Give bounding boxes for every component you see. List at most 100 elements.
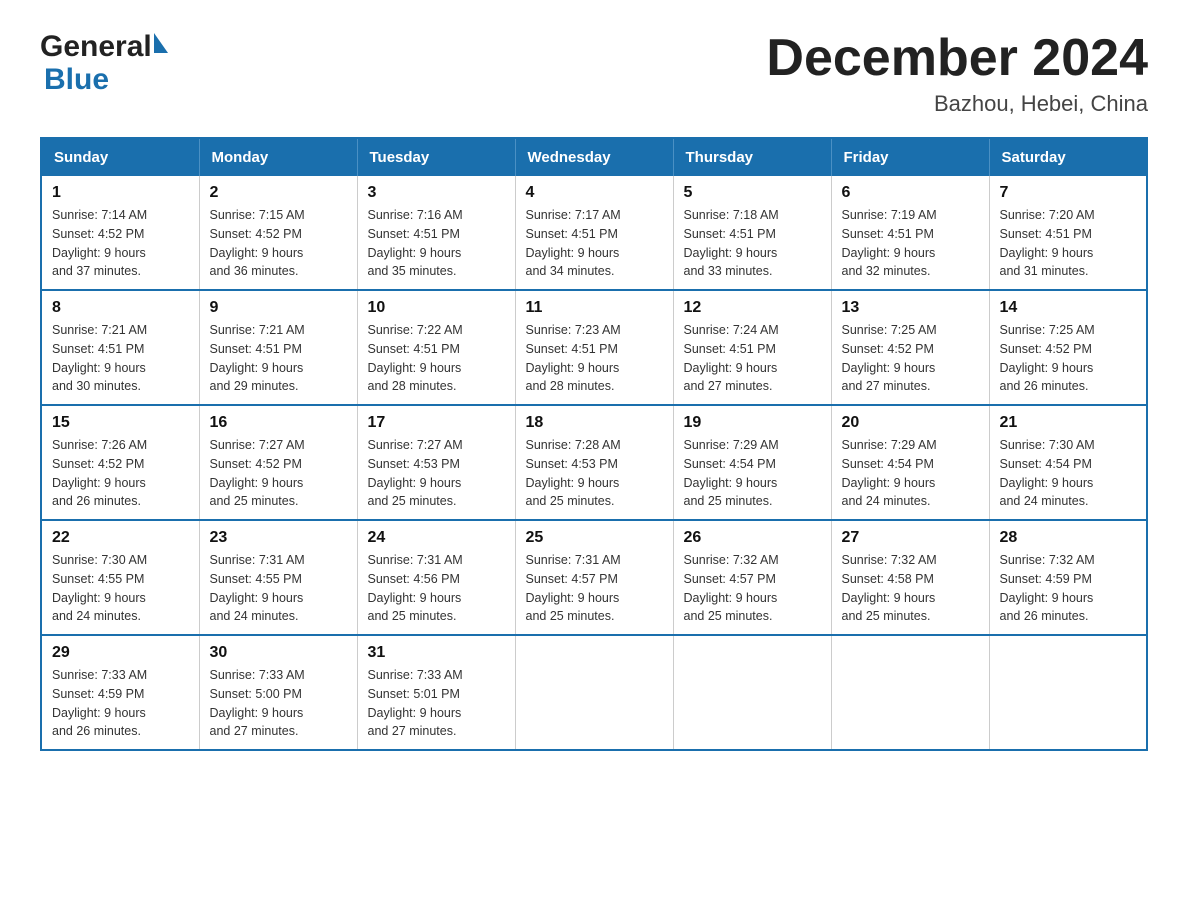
calendar-cell: 2Sunrise: 7:15 AMSunset: 4:52 PMDaylight… [199,176,357,290]
day-number: 10 [368,299,505,317]
day-number: 24 [368,529,505,547]
day-number: 2 [210,184,347,202]
day-number: 28 [1000,529,1137,547]
day-header-tuesday: Tuesday [357,138,515,176]
calendar-cell: 30Sunrise: 7:33 AMSunset: 5:00 PMDayligh… [199,635,357,750]
day-number: 16 [210,414,347,432]
day-number: 27 [842,529,979,547]
day-header-wednesday: Wednesday [515,138,673,176]
title-section: December 2024 Bazhou, Hebei, China [766,30,1148,117]
day-number: 12 [684,299,821,317]
calendar-header-row: SundayMondayTuesdayWednesdayThursdayFrid… [41,138,1147,176]
day-info: Sunrise: 7:31 AMSunset: 4:55 PMDaylight:… [210,551,347,626]
day-info: Sunrise: 7:16 AMSunset: 4:51 PMDaylight:… [368,206,505,281]
day-info: Sunrise: 7:30 AMSunset: 4:55 PMDaylight:… [52,551,189,626]
page-header: General Blue December 2024 Bazhou, Hebei… [40,30,1148,117]
day-header-friday: Friday [831,138,989,176]
calendar-cell: 13 Sunrise: 7:25 AMSunset: 4:52 PMDayligh… [831,290,989,405]
calendar-cell: 15Sunrise: 7:26 AMSunset: 4:52 PMDayligh… [41,405,199,520]
calendar-week-row: 22Sunrise: 7:30 AMSunset: 4:55 PMDayligh… [41,520,1147,635]
day-info: Sunrise: 7:32 AMSunset: 4:57 PMDaylight:… [684,551,821,626]
calendar-table: SundayMondayTuesdayWednesdayThursdayFrid… [40,137,1148,751]
day-info: Sunrise: 7:24 AMSunset: 4:51 PMDaylight:… [684,321,821,396]
calendar-cell: 1 Sunrise: 7:14 AMSunset: 4:52 PMDaylight… [41,176,199,290]
day-number: 31 [368,644,505,662]
day-info: Sunrise: 7:33 AMSunset: 5:01 PMDaylight:… [368,666,505,741]
day-number: 4 [526,184,663,202]
day-number: 17 [368,414,505,432]
day-number: 13 [842,299,979,317]
calendar-cell [989,635,1147,750]
calendar-cell: 24 Sunrise: 7:31 AMSunset: 4:56 PMDayligh… [357,520,515,635]
day-number: 1 [52,184,189,202]
logo: General Blue [40,30,168,96]
logo-blue-text: Blue [44,63,109,96]
day-info: Sunrise: 7:18 AMSunset: 4:51 PMDaylight:… [684,206,821,281]
calendar-cell: 17Sunrise: 7:27 AMSunset: 4:53 PMDayligh… [357,405,515,520]
day-number: 3 [368,184,505,202]
day-info: Sunrise: 7:22 AMSunset: 4:51 PMDaylight:… [368,321,505,396]
day-info: Sunrise: 7:14 AMSunset: 4:52 PMDaylight:… [52,206,189,281]
day-number: 9 [210,299,347,317]
calendar-cell: 22Sunrise: 7:30 AMSunset: 4:55 PMDayligh… [41,520,199,635]
calendar-week-row: 15Sunrise: 7:26 AMSunset: 4:52 PMDayligh… [41,405,1147,520]
calendar-cell: 16Sunrise: 7:27 AMSunset: 4:52 PMDayligh… [199,405,357,520]
calendar-cell: 25 Sunrise: 7:31 AMSunset: 4:57 PMDayligh… [515,520,673,635]
day-info: Sunrise: 7:17 AMSunset: 4:51 PMDaylight:… [526,206,663,281]
calendar-cell: 12 Sunrise: 7:24 AMSunset: 4:51 PMDayligh… [673,290,831,405]
day-info: Sunrise: 7:30 AMSunset: 4:54 PMDaylight:… [1000,436,1137,511]
calendar-week-row: 1 Sunrise: 7:14 AMSunset: 4:52 PMDaylight… [41,176,1147,290]
day-number: 21 [1000,414,1137,432]
day-info: Sunrise: 7:29 AMSunset: 4:54 PMDaylight:… [842,436,979,511]
day-header-saturday: Saturday [989,138,1147,176]
calendar-cell: 19 Sunrise: 7:29 AMSunset: 4:54 PMDayligh… [673,405,831,520]
calendar-cell: 11 Sunrise: 7:23 AMSunset: 4:51 PMDayligh… [515,290,673,405]
calendar-week-row: 29 Sunrise: 7:33 AMSunset: 4:59 PMDayligh… [41,635,1147,750]
day-info: Sunrise: 7:25 AMSunset: 4:52 PMDaylight:… [842,321,979,396]
calendar-cell [673,635,831,750]
day-info: Sunrise: 7:32 AMSunset: 4:58 PMDaylight:… [842,551,979,626]
logo-general-text: General [40,30,152,63]
day-info: Sunrise: 7:33 AMSunset: 4:59 PMDaylight:… [52,666,189,741]
subtitle: Bazhou, Hebei, China [766,91,1148,117]
day-info: Sunrise: 7:33 AMSunset: 5:00 PMDaylight:… [210,666,347,741]
calendar-cell: 21 Sunrise: 7:30 AMSunset: 4:54 PMDayligh… [989,405,1147,520]
day-number: 15 [52,414,189,432]
calendar-cell: 26 Sunrise: 7:32 AMSunset: 4:57 PMDayligh… [673,520,831,635]
calendar-cell: 20Sunrise: 7:29 AMSunset: 4:54 PMDayligh… [831,405,989,520]
day-info: Sunrise: 7:23 AMSunset: 4:51 PMDaylight:… [526,321,663,396]
calendar-cell: 14 Sunrise: 7:25 AMSunset: 4:52 PMDayligh… [989,290,1147,405]
day-number: 23 [210,529,347,547]
day-info: Sunrise: 7:31 AMSunset: 4:57 PMDaylight:… [526,551,663,626]
calendar-cell: 4 Sunrise: 7:17 AMSunset: 4:51 PMDaylight… [515,176,673,290]
calendar-cell: 29 Sunrise: 7:33 AMSunset: 4:59 PMDayligh… [41,635,199,750]
day-number: 8 [52,299,189,317]
main-title: December 2024 [766,30,1148,87]
day-number: 14 [1000,299,1137,317]
calendar-cell: 7 Sunrise: 7:20 AMSunset: 4:51 PMDaylight… [989,176,1147,290]
calendar-cell: 31 Sunrise: 7:33 AMSunset: 5:01 PMDayligh… [357,635,515,750]
day-number: 26 [684,529,821,547]
calendar-cell: 8 Sunrise: 7:21 AMSunset: 4:51 PMDaylight… [41,290,199,405]
calendar-cell: 27 Sunrise: 7:32 AMSunset: 4:58 PMDayligh… [831,520,989,635]
calendar-cell: 10 Sunrise: 7:22 AMSunset: 4:51 PMDayligh… [357,290,515,405]
day-info: Sunrise: 7:28 AMSunset: 4:53 PMDaylight:… [526,436,663,511]
calendar-cell: 28Sunrise: 7:32 AMSunset: 4:59 PMDayligh… [989,520,1147,635]
day-number: 25 [526,529,663,547]
calendar-week-row: 8 Sunrise: 7:21 AMSunset: 4:51 PMDaylight… [41,290,1147,405]
day-number: 29 [52,644,189,662]
calendar-cell: 23 Sunrise: 7:31 AMSunset: 4:55 PMDayligh… [199,520,357,635]
calendar-cell: 5Sunrise: 7:18 AMSunset: 4:51 PMDaylight… [673,176,831,290]
day-number: 11 [526,299,663,317]
day-info: Sunrise: 7:25 AMSunset: 4:52 PMDaylight:… [1000,321,1137,396]
day-info: Sunrise: 7:21 AMSunset: 4:51 PMDaylight:… [52,321,189,396]
day-number: 7 [1000,184,1137,202]
day-info: Sunrise: 7:31 AMSunset: 4:56 PMDaylight:… [368,551,505,626]
calendar-cell [831,635,989,750]
calendar-cell: 9Sunrise: 7:21 AMSunset: 4:51 PMDaylight… [199,290,357,405]
day-number: 18 [526,414,663,432]
day-info: Sunrise: 7:29 AMSunset: 4:54 PMDaylight:… [684,436,821,511]
day-info: Sunrise: 7:20 AMSunset: 4:51 PMDaylight:… [1000,206,1137,281]
day-number: 19 [684,414,821,432]
calendar-cell: 3 Sunrise: 7:16 AMSunset: 4:51 PMDaylight… [357,176,515,290]
